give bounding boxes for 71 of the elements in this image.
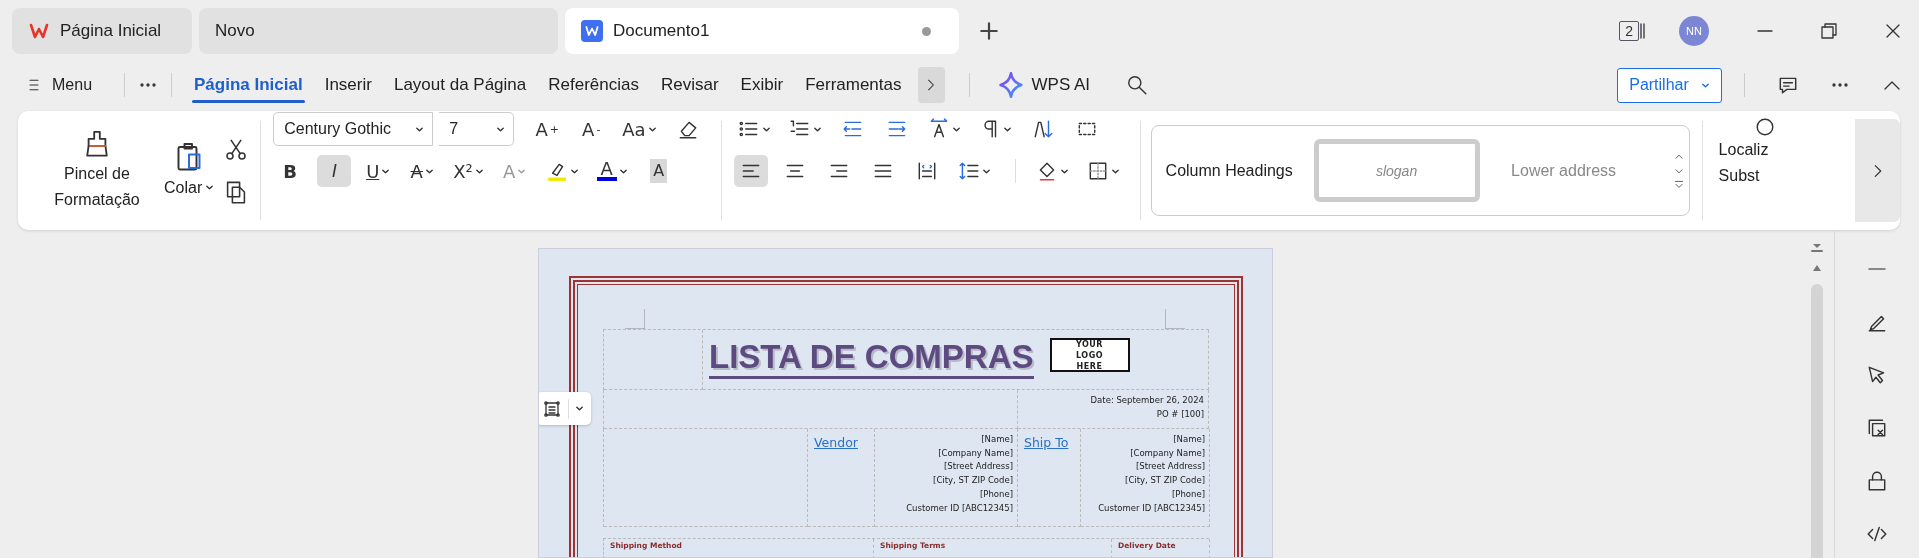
party-heading-link[interactable]: Vendor bbox=[808, 429, 875, 527]
address-line: [City, ST ZIP Code] bbox=[932, 474, 1013, 488]
page-nav-icon[interactable] bbox=[1809, 242, 1824, 254]
style-preset[interactable]: slogan bbox=[1313, 139, 1480, 202]
browser-tab[interactable]: Página Inicial bbox=[12, 8, 192, 54]
ribbon-tab[interactable]: Layout da Página bbox=[383, 67, 537, 103]
browser-tab[interactable]: Novo bbox=[199, 8, 558, 54]
ribbon-tab[interactable]: Ferramentas bbox=[795, 67, 912, 103]
corner-mark-icon bbox=[625, 309, 645, 329]
table-select-icon bbox=[542, 398, 562, 419]
format-painter-button[interactable]: Pincel de Formatação bbox=[42, 128, 152, 213]
scrollbar[interactable] bbox=[1810, 284, 1823, 558]
superscript-button[interactable]: X² bbox=[449, 155, 488, 187]
address-line: [Company Name] bbox=[1129, 446, 1205, 460]
strike-button[interactable]: A bbox=[405, 155, 440, 187]
address-line: Customer ID [ABC12345] bbox=[905, 501, 1013, 515]
address-line: [Name] bbox=[980, 433, 1013, 446]
line-spacing-icon bbox=[957, 160, 980, 182]
italic-button[interactable]: I bbox=[317, 155, 352, 187]
paste-button[interactable]: Colar bbox=[158, 140, 221, 201]
po-number: PO # [100] bbox=[1155, 407, 1204, 421]
share-button[interactable]: Partilhar bbox=[1617, 67, 1722, 103]
fontcolor-button[interactable]: A bbox=[592, 155, 632, 187]
find-replace-button[interactable]: Localiz Subst bbox=[1718, 111, 1775, 230]
unsaved-dot bbox=[922, 26, 931, 36]
ai-button[interactable]: WPS AI bbox=[991, 71, 1097, 99]
address-line: [City, ST ZIP Code] bbox=[1124, 474, 1205, 488]
case-font-button[interactable]: Aa bbox=[618, 113, 661, 145]
bold-button[interactable]: B bbox=[273, 155, 308, 187]
logo-text: YOUR LOGO HERE bbox=[1075, 338, 1104, 372]
document-title: LISTA DE COMPRAS bbox=[709, 338, 1034, 379]
ribbon-tab[interactable]: Exibir bbox=[730, 67, 794, 103]
grow-font-button[interactable]: A$^{+}$ bbox=[530, 113, 565, 145]
stack-icon bbox=[1639, 21, 1647, 41]
scissors-icon[interactable] bbox=[224, 137, 249, 162]
style-preset[interactable]: Column Headings bbox=[1165, 161, 1314, 180]
address-line: [Name] bbox=[1172, 433, 1205, 446]
new-tab-icon[interactable] bbox=[978, 20, 1000, 42]
paintbrush-icon bbox=[83, 128, 111, 157]
corner-mark-icon bbox=[1165, 309, 1185, 329]
address-line: [Street Address] bbox=[1135, 460, 1205, 474]
restore-icon[interactable] bbox=[1819, 21, 1839, 41]
style-preset[interactable]: Lower address bbox=[1489, 161, 1638, 180]
address-line: [Phone] bbox=[979, 487, 1013, 501]
address-line: [Phone] bbox=[1171, 487, 1205, 501]
address-line: [Company Name] bbox=[937, 446, 1013, 460]
align-left-button[interactable] bbox=[733, 155, 768, 187]
shading-button[interactable]: A bbox=[641, 155, 676, 187]
search-icon[interactable] bbox=[1126, 74, 1149, 96]
ribbon-tab[interactable]: Revisar bbox=[651, 67, 729, 103]
shrink-font-button[interactable]: A$^{-}$ bbox=[574, 113, 609, 145]
expand-icon[interactable] bbox=[1672, 178, 1685, 191]
wps-logo-icon bbox=[28, 21, 50, 41]
font-size-field[interactable]: 7 bbox=[439, 112, 515, 146]
ribbon-tab[interactable]: Referências bbox=[538, 67, 649, 103]
date-text: Date: September 26, 2024 bbox=[1089, 394, 1204, 407]
lock-icon[interactable] bbox=[1866, 470, 1888, 492]
ribbon-tab[interactable]: Página Inicial bbox=[184, 67, 313, 103]
font-family-field[interactable]: Century Gothic bbox=[273, 112, 434, 146]
browser-tab[interactable]: Documento1 bbox=[565, 8, 959, 54]
menu-button[interactable]: Menu bbox=[20, 75, 99, 95]
ribbon-tab[interactable]: Inserir bbox=[314, 67, 382, 103]
copy-delete-icon[interactable] bbox=[1866, 417, 1888, 439]
address-line: [Street Address] bbox=[943, 460, 1013, 474]
address-line: Customer ID [ABC12345] bbox=[1097, 501, 1205, 515]
underline-button[interactable]: U bbox=[361, 155, 396, 187]
sparkle-icon bbox=[997, 72, 1024, 98]
table-handle-button[interactable] bbox=[539, 392, 591, 425]
caret-icon bbox=[575, 404, 584, 413]
caret-icon bbox=[205, 183, 215, 192]
party-heading-link[interactable]: Ship To bbox=[1018, 429, 1081, 527]
